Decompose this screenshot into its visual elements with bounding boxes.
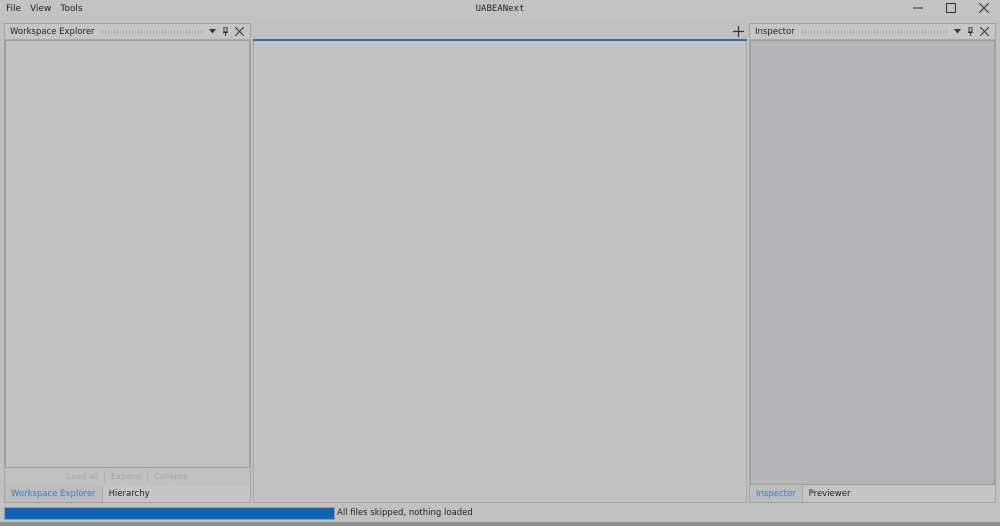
close-icon[interactable] [980,27,989,36]
progress-bar [4,507,335,520]
maximize-button[interactable] [934,0,967,16]
pin-icon[interactable] [968,27,973,36]
drag-grip[interactable] [800,29,948,34]
dropdown-arrow-icon[interactable] [954,29,961,34]
close-icon[interactable] [235,27,244,36]
right-panel-tabs: Inspector Previewer [750,485,995,502]
document-content[interactable] [253,41,747,503]
status-message: All files skipped, nothing loaded [337,508,473,518]
workspace-explorer-panel: Workspace Explorer Load all Expand Colla… [4,23,251,503]
plus-icon[interactable] [733,25,744,37]
inspector-header[interactable]: Inspector [750,24,995,40]
window-controls [901,0,1000,18]
workspace-explorer-header[interactable]: Workspace Explorer [5,24,250,40]
progress-fill [5,508,334,519]
title-bar: File View Tools UABEANext [0,0,1000,20]
tab-hierarchy[interactable]: Hierarchy [103,485,156,502]
panel-title: Workspace Explorer [10,26,95,37]
minimize-button[interactable] [901,0,934,16]
expand-button[interactable]: Expand [105,472,147,481]
tab-workspace-explorer[interactable]: Workspace Explorer [5,485,103,502]
inspector-content[interactable] [750,40,995,485]
workspace-actions: Load all Expand Collapse [5,468,250,485]
tab-inspector[interactable]: Inspector [750,485,803,502]
collapse-button[interactable]: Collapse [148,472,194,481]
bottom-edge [0,522,1000,526]
window-title: UABEANext [475,4,525,14]
drag-grip[interactable] [100,29,203,34]
document-area [253,23,747,503]
load-all-button[interactable]: Load all [61,472,104,481]
minimize-icon [912,7,923,9]
document-tab-strip [253,23,747,39]
close-window-button[interactable] [967,0,1000,16]
left-panel-tabs: Workspace Explorer Hierarchy [5,485,250,502]
inspector-panel: Inspector Inspector Previewer [749,23,996,503]
pin-icon[interactable] [223,27,228,36]
dropdown-arrow-icon[interactable] [209,29,216,34]
maximize-icon [945,3,956,13]
workspace-tree[interactable] [5,40,250,468]
tab-previewer[interactable]: Previewer [803,485,857,502]
status-bar: All files skipped, nothing loaded [0,505,1000,522]
close-icon [978,3,989,13]
panel-title: Inspector [755,26,795,37]
